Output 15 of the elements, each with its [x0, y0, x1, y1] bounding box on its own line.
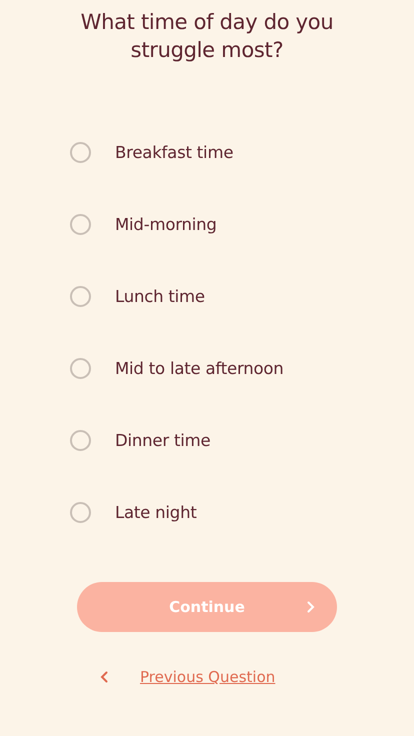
chevron-right-icon: [307, 601, 315, 613]
radio-button[interactable]: [70, 286, 91, 306]
radio-button[interactable]: [70, 358, 91, 378]
radio-button[interactable]: [70, 502, 91, 522]
option-label[interactable]: Mid-morning: [115, 214, 217, 234]
option-label[interactable]: Mid to late afternoon: [115, 358, 284, 378]
radio-button[interactable]: [70, 430, 91, 450]
chevron-left-icon[interactable]: [100, 671, 108, 683]
option-label[interactable]: Lunch time: [115, 286, 205, 306]
radio-button[interactable]: [70, 214, 91, 234]
option-label[interactable]: Breakfast time: [115, 142, 234, 162]
option-label[interactable]: Dinner time: [115, 430, 210, 450]
radio-button[interactable]: [70, 142, 91, 162]
option-label[interactable]: Late night: [115, 502, 197, 522]
question-title: What time of day do you struggle most?: [80, 9, 334, 64]
